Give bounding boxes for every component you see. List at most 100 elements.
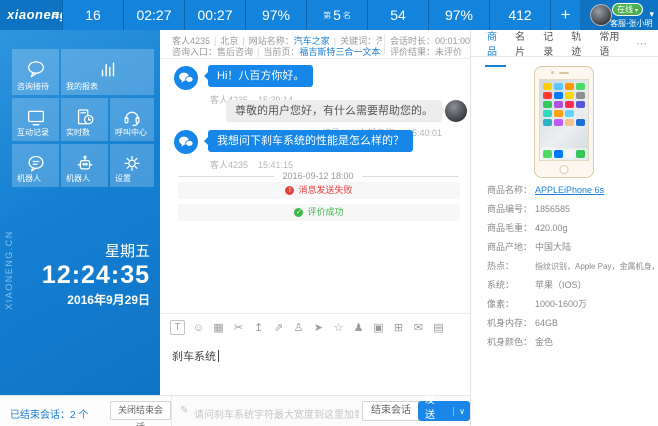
visitor-chat-icon bbox=[178, 135, 194, 149]
clipboard-icon[interactable]: ▤ bbox=[432, 321, 445, 334]
xiaoneng-app: xiaoneng ≡ 16 02:27 00:27 97% 第 5 名 54 9… bbox=[0, 0, 658, 426]
print-icon[interactable]: ▣ bbox=[372, 321, 385, 334]
contact-card-icon[interactable]: ♙ bbox=[292, 321, 305, 334]
upload-file-icon[interactable]: ↥ bbox=[252, 321, 265, 334]
product-image-iphone bbox=[534, 66, 594, 178]
stat-response-time[interactable]: 00:27 bbox=[184, 0, 245, 30]
stat-waiting-count[interactable]: 16 bbox=[62, 0, 123, 30]
product-field-os: 系统：苹果（IOS） bbox=[487, 278, 654, 291]
closed-sessions-zone: 已结束会话：2 个 关闭结束会话 bbox=[0, 396, 172, 426]
stat-count-2[interactable]: 412 bbox=[489, 0, 550, 30]
topbar: xiaoneng ≡ 16 02:27 00:27 97% 第 5 名 54 9… bbox=[0, 0, 658, 30]
monitor-icon bbox=[25, 106, 47, 128]
closed-sessions-count[interactable]: 已结束会话：2 个 bbox=[10, 406, 88, 421]
quick-reply-suggestion[interactable]: 请问刹车系统字符最大宽度到这里加到这个..... bbox=[194, 406, 359, 421]
tab-product[interactable]: 商品 bbox=[487, 30, 504, 59]
watermark-text: XIAONENG.CN bbox=[4, 230, 16, 310]
agent-avatar[interactable] bbox=[590, 4, 612, 26]
tab-common-phrases[interactable]: 常用语 bbox=[599, 30, 625, 59]
chat-column: 客人4235|北京|网站名称：汽车之家|关键词：汽车、轮胎..... 咨询入口：… bbox=[160, 30, 470, 395]
sidebar-tile-robot-chat[interactable]: 机器人 bbox=[12, 144, 59, 187]
tab-records[interactable]: 记录 bbox=[543, 30, 560, 59]
share-icon[interactable]: ⇗ bbox=[272, 321, 285, 334]
send-options-caret-icon[interactable]: ∨ bbox=[453, 407, 470, 416]
close-ended-sessions-button[interactable]: 关闭结束会话 bbox=[110, 401, 171, 420]
product-field-hotspots: 热点：指纹识别，Apple Pay，金属机身，拍照神器 bbox=[487, 259, 654, 272]
clock-date: 2016年9月29日 bbox=[42, 291, 150, 308]
add-button[interactable]: + bbox=[550, 0, 580, 30]
visitor-info-header: 客人4235|北京|网站名称：汽车之家|关键词：汽车、轮胎..... 咨询入口：… bbox=[160, 30, 470, 59]
text-cursor bbox=[218, 350, 219, 362]
product-field-weight: 商品毛重：420.00g bbox=[487, 221, 654, 234]
product-field-name: 商品名称：APPLEiPhone 6s bbox=[487, 183, 654, 196]
stat-rate-1[interactable]: 97% bbox=[245, 0, 306, 30]
stat-rate-2[interactable]: 97% bbox=[428, 0, 489, 30]
product-field-sku: 商品编号：1856585 bbox=[487, 202, 654, 215]
notice-rating-success: ✓评价成功 bbox=[178, 204, 460, 221]
composer-toolbar: T ☺ ▦ ✂ ↥ ⇗ ♙ ➤ ☆ ♟ ▣ ⊞ ✉ ▤ bbox=[160, 313, 470, 341]
right-panel: 商品 名片 记录 轨迹 常用语 ⋯ 商品名称：APPLEiPhone 6s 商品… bbox=[470, 30, 658, 426]
invite-agent-icon[interactable]: ♟ bbox=[352, 321, 365, 334]
success-icon: ✓ bbox=[294, 208, 303, 217]
phone-app-grid bbox=[540, 80, 588, 129]
message-record-icon[interactable]: ✉ bbox=[412, 321, 425, 334]
message-input[interactable]: 刹车系统 bbox=[172, 348, 219, 364]
online-status-badge[interactable]: 在线▾ bbox=[612, 3, 643, 16]
phone-speaker bbox=[559, 72, 569, 74]
sidebar-tile-interaction-records[interactable]: 互动记录 bbox=[12, 98, 59, 141]
sidebar-clock: 星期五 12:24:35 2016年9月29日 bbox=[42, 240, 150, 308]
tab-trail[interactable]: 轨迹 bbox=[571, 30, 588, 59]
current-page-link[interactable]: 福吉斯特三合一文本长度到此处加一个.... bbox=[299, 47, 382, 57]
image-icon[interactable]: ▦ bbox=[212, 321, 225, 334]
message-bubble: 尊敬的用户您好，有什么需要帮助您的。 bbox=[226, 100, 442, 122]
send-button[interactable]: 发 送(S)∨ bbox=[418, 401, 470, 421]
external-window-icon[interactable]: ⊞ bbox=[392, 321, 405, 334]
phone-dock bbox=[540, 148, 588, 160]
screenshot-icon[interactable]: ✂ bbox=[232, 321, 245, 334]
stat-rank[interactable]: 第 5 名 bbox=[306, 0, 367, 30]
clock-weekday: 星期五 bbox=[42, 240, 150, 261]
message-bubble: 我想问下刹车系统的性能是怎么样的？ bbox=[208, 130, 413, 152]
more-tabs-icon[interactable]: ⋯ bbox=[636, 37, 648, 50]
agent-userbox[interactable]: 在线▾ 客服-张小明 ▾ bbox=[588, 0, 658, 30]
user-menu-caret-icon[interactable]: ▾ bbox=[649, 9, 654, 20]
stat-avg-session-time[interactable]: 02:27 bbox=[123, 0, 184, 30]
product-name-link[interactable]: APPLEiPhone 6s bbox=[535, 185, 604, 195]
sidebar-tile-my-reports[interactable]: 我的报表 bbox=[61, 49, 154, 95]
message-bubble: Hi！八百方你好。 bbox=[208, 65, 313, 87]
menu-icon[interactable]: ≡ bbox=[52, 7, 60, 22]
time-divider: 2016-09-12 18:00 bbox=[178, 171, 458, 181]
send-page-icon[interactable]: ➤ bbox=[312, 321, 325, 334]
robot-icon bbox=[74, 152, 96, 174]
product-field-color: 机身颜色：金色 bbox=[487, 335, 654, 348]
sidebar-tile-robot[interactable]: 机器人 bbox=[61, 144, 108, 187]
sidebar-tile-call-center[interactable]: 呼叫中心 bbox=[110, 98, 154, 141]
sidebar-tile-consult-reception[interactable]: 咨询接待 bbox=[12, 49, 59, 95]
stat-cells: 16 02:27 00:27 97% 第 5 名 54 97% 412 + bbox=[62, 0, 580, 30]
emoji-icon[interactable]: ☺ bbox=[192, 322, 205, 334]
notice-send-failed: !消息发送失败 bbox=[178, 182, 460, 199]
end-session-button[interactable]: 结束会话 bbox=[362, 401, 420, 421]
sidebar-tile-realtime-data[interactable]: 实时数 bbox=[61, 98, 108, 141]
sidebar: 咨询接待 我的报表 互动记录 实时数 呼叫中心 机器人 机器人 设置 bbox=[0, 30, 160, 395]
error-icon: ! bbox=[285, 186, 294, 195]
format-text-icon[interactable]: T bbox=[170, 320, 185, 335]
agent-name: 客服-张小明 bbox=[610, 18, 653, 29]
pencil-icon: ✎ bbox=[180, 405, 188, 416]
headset-icon bbox=[121, 106, 143, 128]
chevron-down-icon: ▾ bbox=[635, 8, 638, 14]
header-divider bbox=[384, 34, 385, 54]
panel-tabs: 商品 名片 记录 轨迹 常用语 ⋯ bbox=[471, 30, 658, 57]
phone-camera bbox=[551, 71, 554, 74]
gear-icon bbox=[121, 152, 143, 174]
favorite-icon[interactable]: ☆ bbox=[332, 321, 345, 334]
sidebar-tile-settings[interactable]: 设置 bbox=[110, 144, 154, 187]
rating-result: 评价结果：未评价 bbox=[390, 45, 462, 58]
bar-chart-icon bbox=[97, 58, 119, 80]
message-meta: 客人423515:41:15 bbox=[210, 158, 303, 171]
chat-lines-icon bbox=[25, 152, 47, 174]
stat-count-1[interactable]: 54 bbox=[367, 0, 428, 30]
tab-card[interactable]: 名片 bbox=[515, 30, 532, 59]
entry-value: 售后咨询 bbox=[217, 47, 253, 57]
visitor-info-line2: 咨询入口：售后咨询|当前页：福吉斯特三合一文本长度到此处加一个.... bbox=[172, 45, 382, 58]
